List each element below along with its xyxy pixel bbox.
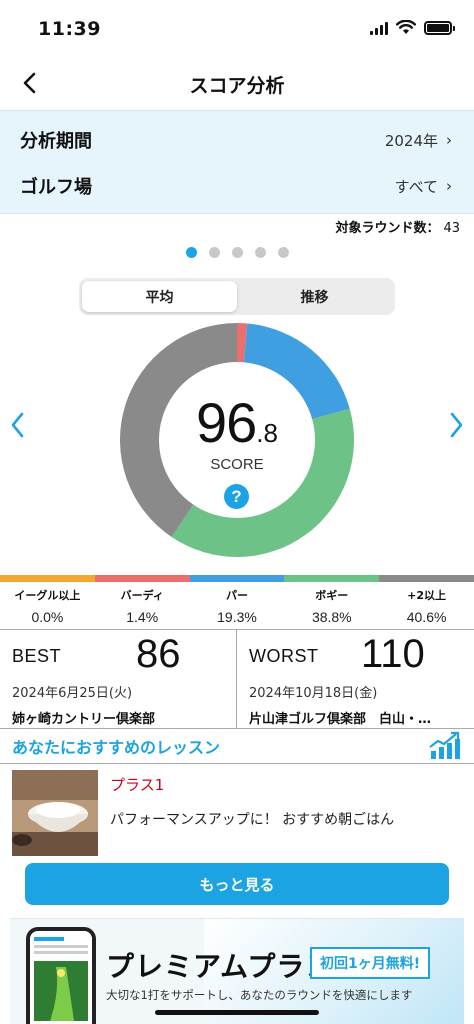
status-time: 11:39 (38, 18, 101, 40)
best-round-card[interactable]: BEST 86 2024年6月25日(火) 姉ヶ崎カントリー倶楽部 (0, 630, 237, 728)
dist-name: パー (225, 589, 248, 602)
period-value: 2024年 › (385, 130, 452, 151)
dist-col-double-plus: +2以上 40.6% (379, 582, 474, 629)
nav-bar: スコア分析 (0, 58, 474, 110)
dist-col-birdie: バーディ 1.4% (95, 582, 190, 629)
dist-pct: 38.8% (311, 609, 352, 625)
chevron-right-icon: › (446, 177, 452, 195)
chevron-left-icon (11, 412, 24, 438)
lesson-section-header: あなたにおすすめのレッスン (0, 728, 474, 764)
dist-pct: 1.4% (126, 609, 159, 625)
dist-bar-eagle (0, 575, 95, 582)
best-worst-panel: BEST 86 2024年6月25日(火) 姉ヶ崎カントリー倶楽部 WORST … (0, 630, 474, 728)
page-dot[interactable] (277, 247, 289, 258)
phone-mockup-image (26, 927, 96, 1024)
dist-name: +2以上 (407, 589, 447, 602)
dist-name: バーディ (120, 589, 164, 602)
next-page-button[interactable] (445, 408, 469, 442)
view-segmented-control: 平均 推移 (79, 278, 395, 315)
worst-score: 110 (361, 632, 425, 676)
dist-name: ボギー (315, 589, 349, 602)
score-label: SCORE (210, 456, 264, 473)
dist-col-eagle: イーグル以上 0.0% (0, 582, 95, 629)
dist-pct: 40.6% (406, 609, 447, 625)
status-bar: 11:39 (0, 0, 474, 58)
see-more-button[interactable]: もっと見る (25, 863, 449, 905)
lesson-text: プラス1 パフォーマンスアップに！ おすすめ朝ごはん (98, 770, 394, 856)
page-dot[interactable] (231, 247, 243, 258)
best-course: 姉ヶ崎カントリー倶楽部 (12, 712, 156, 727)
premium-subtitle: 大切な1打をサポートし、あなたのラウンドを快適にします (106, 988, 413, 1002)
chevron-right-icon: › (446, 131, 452, 149)
premium-banner[interactable]: プレミアムプラン 初回1ヶ月無料! 大切な1打をサポートし、あなたのラウンドを快… (10, 918, 464, 1024)
dist-pct: 0.0% (31, 609, 64, 625)
chevron-right-icon (450, 412, 463, 438)
previous-page-button[interactable] (5, 408, 29, 442)
best-date: 2024年6月25日(火) (12, 686, 133, 701)
dist-col-par: パー 19.3% (190, 582, 285, 629)
dist-bar-par (189, 575, 285, 582)
score-decimal: .8 (256, 418, 278, 448)
tab-average[interactable]: 平均 (82, 281, 237, 312)
round-count-value: 43 (443, 221, 460, 236)
dist-name: イーグル以上 (14, 589, 81, 602)
lesson-card[interactable]: プラス1 パフォーマンスアップに！ おすすめ朝ごはん (12, 770, 462, 856)
period-filter-row[interactable]: 分析期間 2024年 › (0, 117, 474, 163)
course-label: ゴルフ場 (20, 177, 92, 198)
dist-bar-bogey (284, 575, 380, 582)
page-indicator (0, 247, 474, 258)
free-trial-badge: 初回1ヶ月無料! (310, 947, 431, 979)
lesson-thumbnail (12, 770, 98, 856)
period-value-text: 2024年 (384, 131, 438, 150)
help-icon[interactable]: ? (224, 484, 249, 509)
distribution-table: イーグル以上 0.0% バーディ 1.4% パー 19.3% ボギー 38.8%… (0, 582, 474, 630)
lesson-description: パフォーマンスアップに！ おすすめ朝ごはん (110, 812, 395, 828)
page-dot[interactable] (185, 247, 197, 258)
premium-title: プレミアムプラン (106, 950, 335, 983)
best-score: 86 (136, 632, 181, 676)
dist-bar-birdie (94, 575, 190, 582)
lesson-section-title: あなたにおすすめのレッスン (12, 738, 221, 757)
round-count-label: 対象ラウンド数： (335, 221, 440, 236)
course-value: すべて › (395, 176, 452, 197)
course-filter-row[interactable]: ゴルフ場 すべて › (0, 163, 474, 209)
score-integer: 96 (196, 391, 257, 454)
round-count: 対象ラウンド数： 43 (335, 217, 460, 236)
best-label: BEST (12, 646, 62, 666)
growth-chart-icon (429, 731, 460, 759)
filter-panel: 分析期間 2024年 › ゴルフ場 すべて › (0, 110, 474, 214)
battery-icon (424, 20, 455, 35)
page-title: スコア分析 (189, 75, 285, 97)
distribution-color-bar (0, 575, 474, 582)
dist-bar-double-plus (379, 575, 474, 582)
page-dot[interactable] (208, 247, 220, 258)
tab-trend[interactable]: 推移 (237, 281, 392, 312)
wifi-icon (396, 20, 416, 34)
page-dot[interactable] (254, 247, 266, 258)
average-score: 96.8 (119, 390, 355, 455)
cellular-signal-icon (370, 21, 388, 35)
lesson-tag: プラス1 (110, 776, 165, 794)
worst-date: 2024年10月18日(金) (249, 686, 378, 701)
period-label: 分析期間 (20, 131, 92, 152)
dist-col-bogey: ボギー 38.8% (284, 582, 379, 629)
rice-bowl-image (12, 770, 98, 856)
worst-label: WORST (249, 646, 319, 666)
score-donut-chart: 96.8 SCORE ? (119, 322, 355, 558)
course-value-text: すべて (394, 177, 438, 196)
worst-course: 片山津ゴルフ倶楽部 白山・… (249, 712, 432, 727)
worst-round-card[interactable]: WORST 110 2024年10月18日(金) 片山津ゴルフ倶楽部 白山・… (237, 630, 474, 728)
status-icons (370, 20, 455, 35)
home-indicator (155, 1010, 319, 1015)
dist-pct: 19.3% (217, 609, 257, 625)
